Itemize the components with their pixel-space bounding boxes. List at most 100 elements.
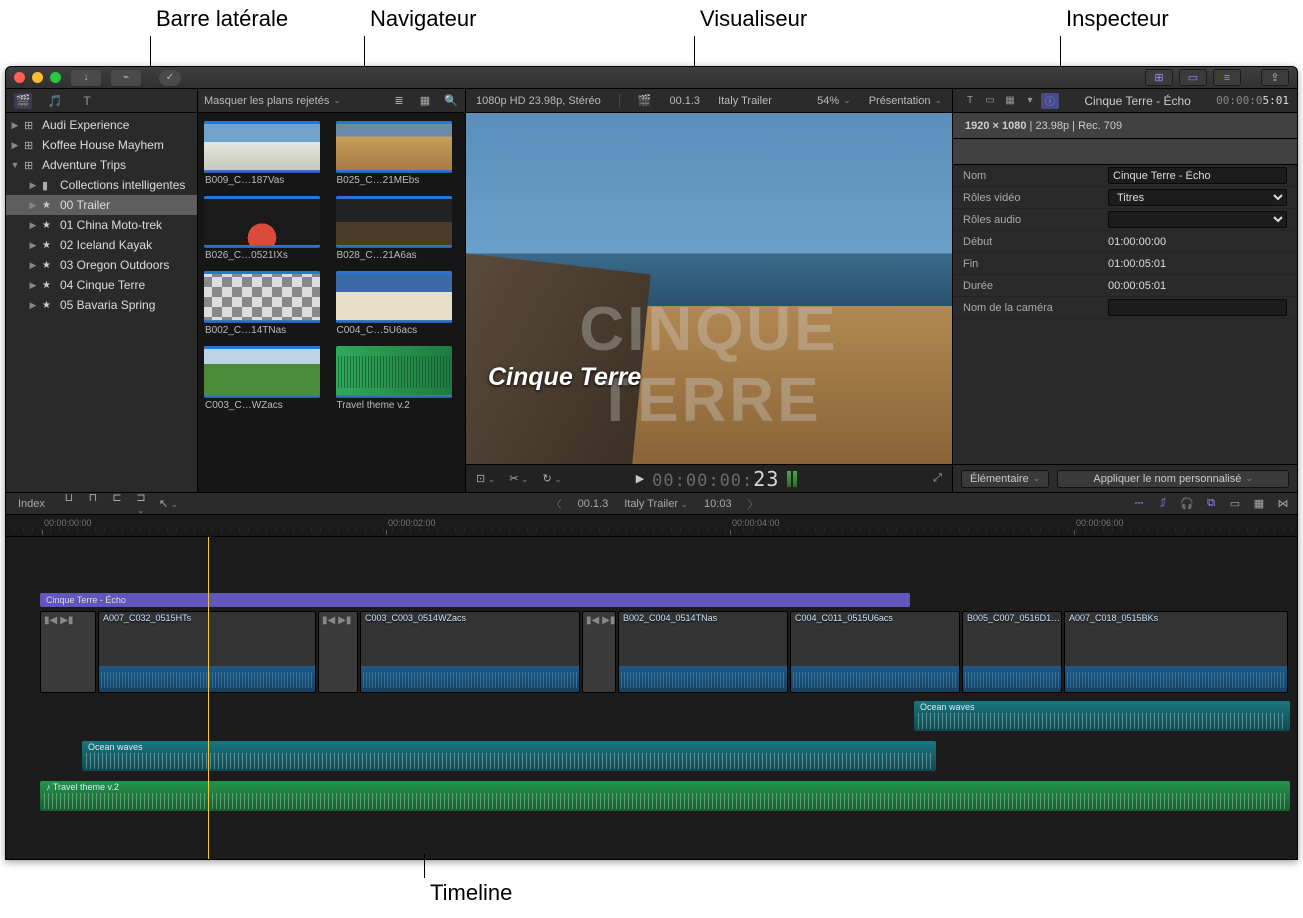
inspector-duration: 00:00:05:01 — [1216, 94, 1289, 107]
effects-browser-toggle[interactable]: ▦ — [1251, 497, 1267, 510]
inspector-tab-share[interactable]: ▾ — [1021, 93, 1039, 109]
audio-roles-select[interactable] — [1108, 211, 1287, 228]
browser-clip[interactable]: B025_C…21MEbs — [336, 121, 456, 192]
play-button[interactable]: ▶ — [636, 472, 644, 485]
camera-name-input[interactable] — [1108, 299, 1287, 316]
name-input[interactable] — [1108, 167, 1287, 184]
viewer-timecode[interactable]: 00:00:00:23 — [652, 467, 779, 491]
window-minimize-button[interactable] — [32, 72, 43, 83]
timeline-tracks[interactable]: Cinque Terre - Écho ▮◀▶▮ A007_C032_0515H… — [6, 537, 1297, 860]
playhead[interactable] — [208, 537, 209, 860]
library-item[interactable]: ▶⊞Koffee House Mayhem — [6, 135, 197, 155]
apply-custom-name-dropdown[interactable]: Appliquer le nom personnalisé — [1057, 470, 1289, 488]
duration-value: 00:00:05:01 — [1108, 280, 1287, 292]
timeline-project-name[interactable]: Italy Trailer — [624, 498, 688, 510]
enhance-menu[interactable]: ✂ — [509, 472, 528, 485]
inspector-tab-text[interactable]: T — [961, 93, 979, 109]
keyword-editor-button[interactable]: ⌁ — [111, 70, 141, 86]
audio-skimming-toggle[interactable]: ⎎ — [1155, 497, 1171, 510]
append-clip-button[interactable]: ⊏ — [109, 491, 125, 516]
sidebar-tab-libraries[interactable]: 🎬 — [14, 93, 32, 109]
toggle-timeline-button[interactable]: ▭ — [1179, 69, 1207, 86]
background-tasks-button[interactable]: ✓ — [159, 70, 181, 86]
inspector-tab-generator[interactable]: ▦ — [1001, 93, 1019, 109]
event-item[interactable]: ▶02 Iceland Kayak — [6, 235, 197, 255]
video-clip[interactable]: A007_C032_0515HTs — [98, 611, 316, 693]
timeline-ruler[interactable]: 00:00:00:00 00:00:02:00 00:00:04:00 00:0… — [6, 515, 1297, 537]
transform-menu[interactable]: ⊡ — [476, 472, 495, 485]
inspector-tab-info[interactable]: ⓘ — [1041, 93, 1059, 109]
event-item[interactable]: ▶04 Cinque Terre — [6, 275, 197, 295]
browser-clip[interactable]: B026_C…0521IXs — [204, 196, 324, 267]
browser-clip[interactable]: C004_C…5U6acs — [336, 271, 456, 342]
import-button[interactable]: ↓ — [71, 70, 101, 86]
browser-clip[interactable]: C003_C…WZacs — [204, 346, 324, 417]
video-clip[interactable]: B002_C004_0514TNas — [618, 611, 788, 693]
event-item[interactable]: ▶03 Oregon Outdoors — [6, 255, 197, 275]
window-close-button[interactable] — [14, 72, 25, 83]
inspector-tab-video[interactable]: ▭ — [981, 93, 999, 109]
skimming-toggle[interactable]: ⎓ — [1131, 497, 1147, 510]
clip-appearance-button[interactable]: ≣ — [391, 94, 407, 107]
library-item[interactable]: ▶⊞Audi Experience — [6, 115, 197, 135]
app-window: ↓ ⌁ ✓ ⊞ ▭ ≡ ⇪ 🎬 🎵 T ▶⊞Audi Experienc — [5, 66, 1298, 860]
video-clip[interactable]: C003_C003_0514WZacs — [360, 611, 580, 693]
video-clip[interactable]: A007_C018_0515BKs — [1064, 611, 1288, 693]
timeline-index-button[interactable]: Index — [12, 497, 51, 511]
sidebar: 🎬 🎵 T ▶⊞Audi Experience ▶⊞Koffee House M… — [6, 89, 198, 492]
format-label: 1080p HD 23.98p, Stéréo — [476, 95, 601, 107]
event-item[interactable]: ▶05 Bavaria Spring — [6, 295, 197, 315]
inspector-row-name: Nom — [953, 165, 1297, 187]
snapping-toggle[interactable]: ⧉ — [1203, 497, 1219, 510]
grouping-button[interactable]: ▦ — [417, 94, 433, 107]
music-clip-label: Travel theme v.2 — [46, 782, 119, 792]
gap-clip[interactable]: ▮◀▶▮ — [582, 611, 616, 693]
title-clip[interactable]: Cinque Terre - Écho — [40, 593, 910, 607]
video-clip[interactable]: B005_C007_0516D1… — [962, 611, 1062, 693]
tool-selector[interactable]: ↖ — [159, 497, 178, 510]
retiming-menu[interactable]: ↻ — [543, 472, 562, 485]
video-roles-select[interactable]: Titres — [1108, 189, 1287, 206]
view-menu-dropdown[interactable]: Présentation — [869, 95, 942, 107]
search-button[interactable]: 🔍 — [443, 94, 459, 107]
connect-clip-button[interactable]: ⊔ — [61, 491, 77, 516]
browser-clip[interactable]: B028_C…21A6as — [336, 196, 456, 267]
filter-rejected-dropdown[interactable]: Masquer les plans rejetés — [204, 95, 341, 107]
sidebar-tab-photos-audio[interactable]: 🎵 — [46, 93, 64, 109]
event-item[interactable]: ▶00 Trailer — [6, 195, 197, 215]
smart-collections-folder[interactable]: ▶▮Collections intelligentes — [6, 175, 197, 195]
timeline-icon: ▭ — [1188, 71, 1198, 84]
browser-clip[interactable]: Travel theme v.2 — [336, 346, 456, 417]
browser-clip[interactable]: B002_C…14TNas — [204, 271, 324, 342]
fullscreen-button[interactable]: ⤢ — [933, 472, 942, 485]
end-value: 01:00:05:01 — [1108, 258, 1287, 270]
audio-clip[interactable]: Ocean waves — [914, 701, 1290, 731]
overwrite-clip-button[interactable]: ⊐ — [133, 491, 149, 516]
library-item[interactable]: ▼⊞Adventure Trips — [6, 155, 197, 175]
audio-clip[interactable]: Ocean waves — [82, 741, 936, 771]
browser-clip[interactable]: B009_C…187Vas — [204, 121, 324, 192]
metadata-view-dropdown[interactable]: Élémentaire — [961, 470, 1049, 488]
toggle-browser-button[interactable]: ⊞ — [1145, 69, 1173, 86]
insert-clip-button[interactable]: ⊓ — [85, 491, 101, 516]
music-clip[interactable]: Travel theme v.2 — [40, 781, 1290, 811]
gap-clip[interactable]: ▮◀▶▮ — [318, 611, 358, 693]
video-clip[interactable]: C004_C011_0515U6acs — [790, 611, 960, 693]
toggle-inspector-button[interactable]: ≡ — [1213, 69, 1241, 86]
event-item[interactable]: ▶01 China Moto-trek — [6, 215, 197, 235]
gap-clip[interactable]: ▮◀▶▮ — [40, 611, 96, 693]
zoom-dropdown[interactable]: 54% — [817, 95, 851, 107]
timeline-history-back[interactable]: 〈 — [551, 496, 562, 512]
window-fullscreen-button[interactable] — [50, 72, 61, 83]
clip-appearance-timeline[interactable]: ▭ — [1227, 497, 1243, 510]
search-icon: 🔍 — [444, 95, 458, 107]
clip-label: C004_C…5U6acs — [336, 323, 456, 342]
sidebar-tab-titles[interactable]: T — [78, 93, 96, 109]
solo-toggle[interactable]: 🎧 — [1179, 497, 1195, 510]
share-button[interactable]: ⇪ — [1261, 69, 1289, 86]
transitions-browser-toggle[interactable]: ⋈ — [1275, 497, 1291, 510]
viewer-canvas[interactable]: CINQUE TERRE Cinque Terre — [466, 113, 952, 464]
inspector-row-audio-roles: Rôles audio — [953, 209, 1297, 231]
callout-sidebar: Barre latérale — [156, 6, 288, 31]
timeline-history-fwd[interactable]: 〉 — [748, 496, 759, 512]
